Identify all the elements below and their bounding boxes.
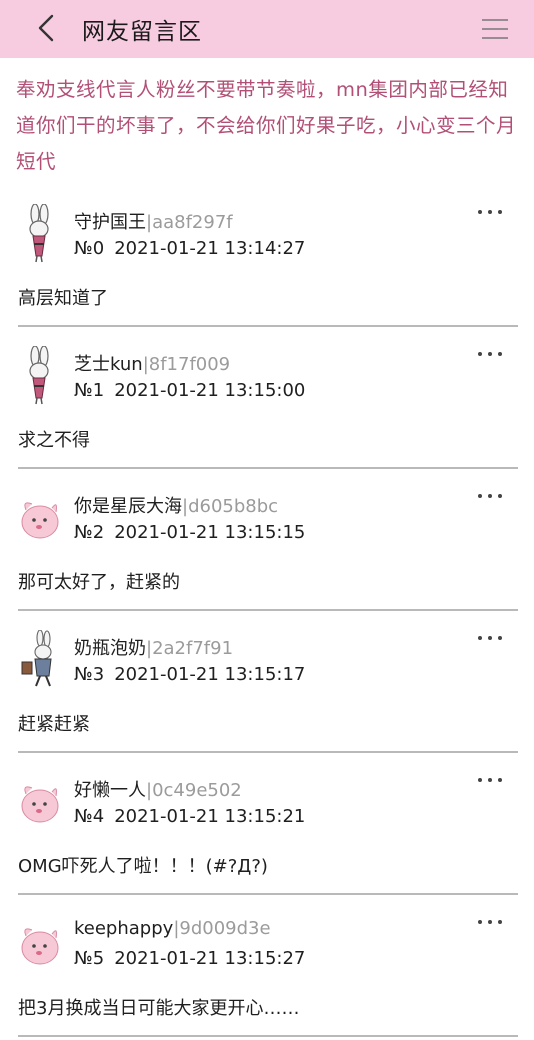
- floor-number: №2: [74, 522, 105, 543]
- comment-item: 芝士kun|8f17f009 №1 2021-01-21 13:15:00 求之不得: [0, 330, 534, 472]
- comment-item: 守护国王|aa8f297f №0 2021-01-21 13:14:27 高层知道了: [0, 188, 534, 330]
- comment-timestamp: 2021-01-21 13:14:27: [114, 238, 306, 259]
- floor-number: №3: [74, 664, 105, 685]
- hamburger-menu-icon: [482, 19, 508, 39]
- page-title: 网友留言区: [82, 19, 202, 45]
- comment-timestamp: 2021-01-21 13:15:00: [114, 380, 306, 401]
- dot: [488, 494, 492, 498]
- comment-timestamp: 2021-01-21 13:15:21: [114, 806, 306, 827]
- dot: [478, 920, 482, 924]
- dot: [478, 494, 482, 498]
- comment-meta: №3 2021-01-21 13:15:17: [74, 664, 305, 685]
- comment-timestamp: 2021-01-21 13:15:27: [114, 948, 306, 969]
- comment-author[interactable]: 芝士kun|8f17f009: [74, 350, 230, 376]
- dot: [498, 494, 502, 498]
- dot: [488, 636, 492, 640]
- comment-meta: №4 2021-01-21 13:15:21: [74, 806, 305, 827]
- author-uid: |d605b8bc: [182, 496, 279, 517]
- divider: [18, 609, 518, 611]
- divider: [18, 751, 518, 753]
- back-button[interactable]: [28, 10, 64, 46]
- author-name: 芝士kun: [74, 354, 143, 375]
- floor-number: №5: [74, 948, 105, 969]
- comment-meta: №5 2021-01-21 13:15:27: [74, 948, 305, 969]
- comment-author[interactable]: 你是星辰大海|d605b8bc: [74, 492, 278, 518]
- dot: [498, 352, 502, 356]
- dot: [488, 210, 492, 214]
- dot: [488, 920, 492, 924]
- more-options-icon[interactable]: [478, 772, 502, 788]
- comment-author[interactable]: 好懒一人|0c49e502: [74, 776, 242, 802]
- comment-text: 高层知道了: [18, 288, 108, 309]
- divider: [18, 325, 518, 327]
- more-options-icon[interactable]: [478, 488, 502, 504]
- dot: [498, 920, 502, 924]
- dot: [478, 636, 482, 640]
- comment-text: 那可太好了，赶紧的: [18, 572, 180, 593]
- dot: [498, 636, 502, 640]
- comment-item: 你是星辰大海|d605b8bc №2 2021-01-21 13:15:15 那可太好…: [0, 472, 534, 614]
- floor-number: №1: [74, 380, 105, 401]
- author-name: 奶瓶泡奶: [74, 638, 146, 659]
- author-uid: |0c49e502: [146, 780, 242, 801]
- comment-meta: №0 2021-01-21 13:14:27: [74, 238, 305, 259]
- author-uid: |aa8f297f: [146, 212, 233, 233]
- comment-text: 赶紧赶紧: [18, 714, 90, 735]
- dot: [498, 210, 502, 214]
- divider: [18, 1035, 518, 1037]
- comment-author[interactable]: 奶瓶泡奶|2a2f7f91: [74, 634, 233, 660]
- floor-number: №4: [74, 806, 105, 827]
- pink-blob-avatar[interactable]: [18, 914, 62, 974]
- rabbit-doll-avatar[interactable]: [18, 203, 62, 264]
- dot: [488, 778, 492, 782]
- pink-blob-avatar[interactable]: [18, 772, 62, 832]
- author-name: 好懒一人: [74, 780, 146, 801]
- comment-text: 把3月换成当日可能大家更开心……: [18, 998, 300, 1019]
- comment-item: 好懒一人|0c49e502 №4 2021-01-21 13:15:21 OMG吓死人…: [0, 756, 534, 898]
- comment-item: 奶瓶泡奶|2a2f7f91 №3 2021-01-21 13:15:17 赶紧赶紧: [0, 614, 534, 756]
- pinned-notice: 奉劝支线代言人粉丝不要带节奏啦，mn集团内部已经知道你们干的坏事了，不会给你们好…: [16, 78, 517, 173]
- pink-blob-avatar[interactable]: [18, 488, 62, 548]
- author-name: keephappy: [74, 918, 174, 939]
- dot: [498, 778, 502, 782]
- comment-item: keephappy|9d009d3e №5 2021-01-21 13:15:27 把…: [0, 898, 534, 1040]
- rabbit-doll-avatar[interactable]: [18, 345, 62, 406]
- dot: [478, 352, 482, 356]
- comment-author[interactable]: keephappy|9d009d3e: [74, 918, 271, 939]
- comment-meta: №1 2021-01-21 13:15:00: [74, 380, 305, 401]
- author-name: 守护国王: [74, 212, 146, 233]
- comment-list: 守护国王|aa8f297f №0 2021-01-21 13:14:27 高层知道了 …: [0, 188, 534, 1040]
- comment-text: 求之不得: [18, 430, 90, 451]
- author-uid: |8f17f009: [142, 354, 231, 375]
- dot: [488, 352, 492, 356]
- comment-text: OMG吓死人了啦！！！(#?Д?): [18, 856, 268, 877]
- divider: [18, 467, 518, 469]
- rabbit-suit-avatar[interactable]: [18, 629, 62, 690]
- author-uid: |2a2f7f91: [146, 638, 234, 659]
- author-name: 你是星辰大海: [74, 496, 182, 517]
- more-options-icon[interactable]: [478, 346, 502, 362]
- comment-meta: №2 2021-01-21 13:15:15: [74, 522, 305, 543]
- floor-number: №0: [74, 238, 105, 259]
- comment-timestamp: 2021-01-21 13:15:17: [114, 664, 306, 685]
- dot: [478, 210, 482, 214]
- menu-button[interactable]: [480, 14, 510, 44]
- more-options-icon[interactable]: [478, 204, 502, 220]
- dot: [478, 778, 482, 782]
- comment-timestamp: 2021-01-21 13:15:15: [114, 522, 306, 543]
- author-uid: |9d009d3e: [173, 918, 271, 939]
- divider: [18, 893, 518, 895]
- chevron-left-icon: [38, 14, 54, 42]
- comment-author[interactable]: 守护国王|aa8f297f: [74, 208, 233, 234]
- top-bar: 网友留言区: [0, 0, 534, 58]
- more-options-icon[interactable]: [478, 914, 502, 930]
- more-options-icon[interactable]: [478, 630, 502, 646]
